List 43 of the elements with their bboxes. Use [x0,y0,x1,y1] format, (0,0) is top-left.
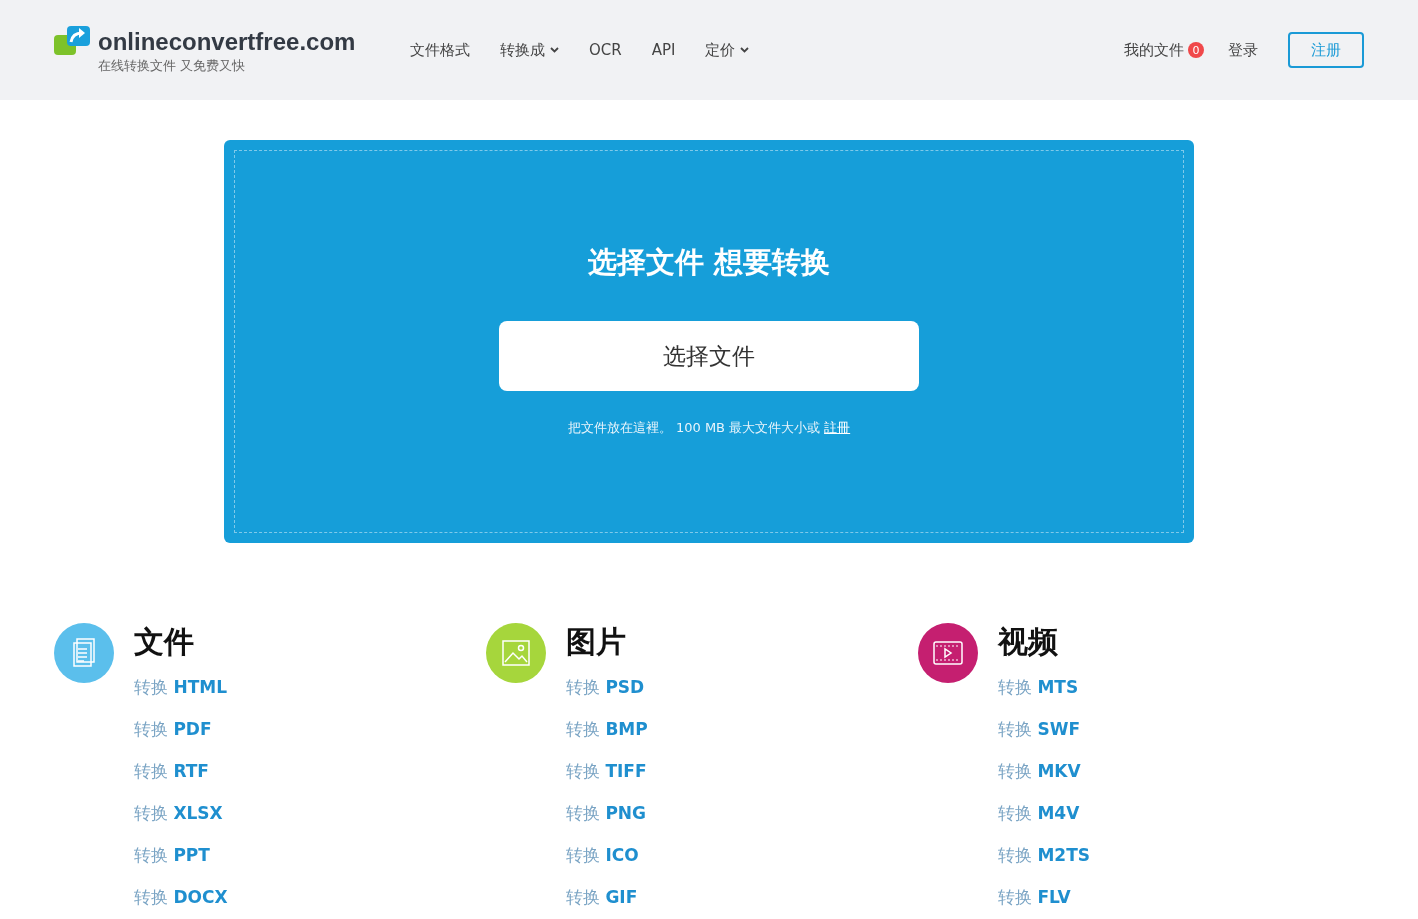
convert-link[interactable]: 转换 HTML [134,672,228,703]
nav-link[interactable]: 定价 [705,40,750,60]
image-icon [502,640,530,666]
upload-title: 选择文件 想要转换 [587,244,831,281]
convert-link[interactable]: 转换 BMP [566,714,648,745]
register-button[interactable]: 注册 [1288,32,1364,68]
convert-link[interactable]: 转换 PSD [566,672,648,703]
convert-link[interactable]: 转换 PDF [134,714,228,745]
category-title: 视频 [998,623,1059,661]
convert-link[interactable]: 转换 XLSX [134,798,228,829]
convert-link[interactable]: 转换 FLV [998,882,1090,913]
nav-link[interactable]: 文件格式 [410,40,470,60]
category-title: 图片 [566,623,627,661]
video-icon [933,641,963,665]
convert-link[interactable]: 转换 GIF [566,882,648,913]
caret-icon [550,47,559,53]
convert-link[interactable]: 转换 PNG [566,798,648,829]
document-icon [72,638,96,668]
logo-icon [54,25,90,56]
nav-link[interactable]: 转换成 [500,40,559,60]
nav-link[interactable]: API [651,41,676,59]
logo-text[interactable]: onlineconvertfree.com [98,27,356,56]
login-link[interactable]: 登录 [1228,40,1258,60]
convert-link[interactable]: 转换 PPT [134,840,228,871]
convert-link[interactable]: 转换 DOCX [134,882,228,913]
convert-link[interactable]: 转换 RTF [134,756,228,787]
nav-link[interactable]: OCR [589,41,622,59]
caret-icon [740,47,750,53]
convert-link[interactable]: 转换 MTS [998,672,1090,703]
count-badge: 0 [1188,42,1204,58]
my-files-link[interactable]: 我的文件 0 [1124,40,1204,60]
drop-hint: 把文件放在這裡。 100 MB 最大文件大小或 註冊 [567,419,851,437]
convert-link[interactable]: 转换 SWF [998,714,1090,745]
category-title: 文件 [134,623,195,661]
tagline: 在线转换文件 又免费又快 [98,56,247,75]
convert-link[interactable]: 转换 ICO [566,840,648,871]
register-link[interactable]: 註冊 [824,420,851,435]
choose-file-button[interactable]: 选择文件 [499,321,919,391]
convert-link[interactable]: 转换 M4V [998,798,1090,829]
drop-zone[interactable]: 选择文件 想要转换 选择文件 把文件放在這裡。 100 MB 最大文件大小或 註冊 [234,150,1184,533]
convert-link[interactable]: 转换 TIFF [566,756,648,787]
convert-link[interactable]: 转换 M2TS [998,840,1090,871]
convert-link[interactable]: 转换 MKV [998,756,1090,787]
